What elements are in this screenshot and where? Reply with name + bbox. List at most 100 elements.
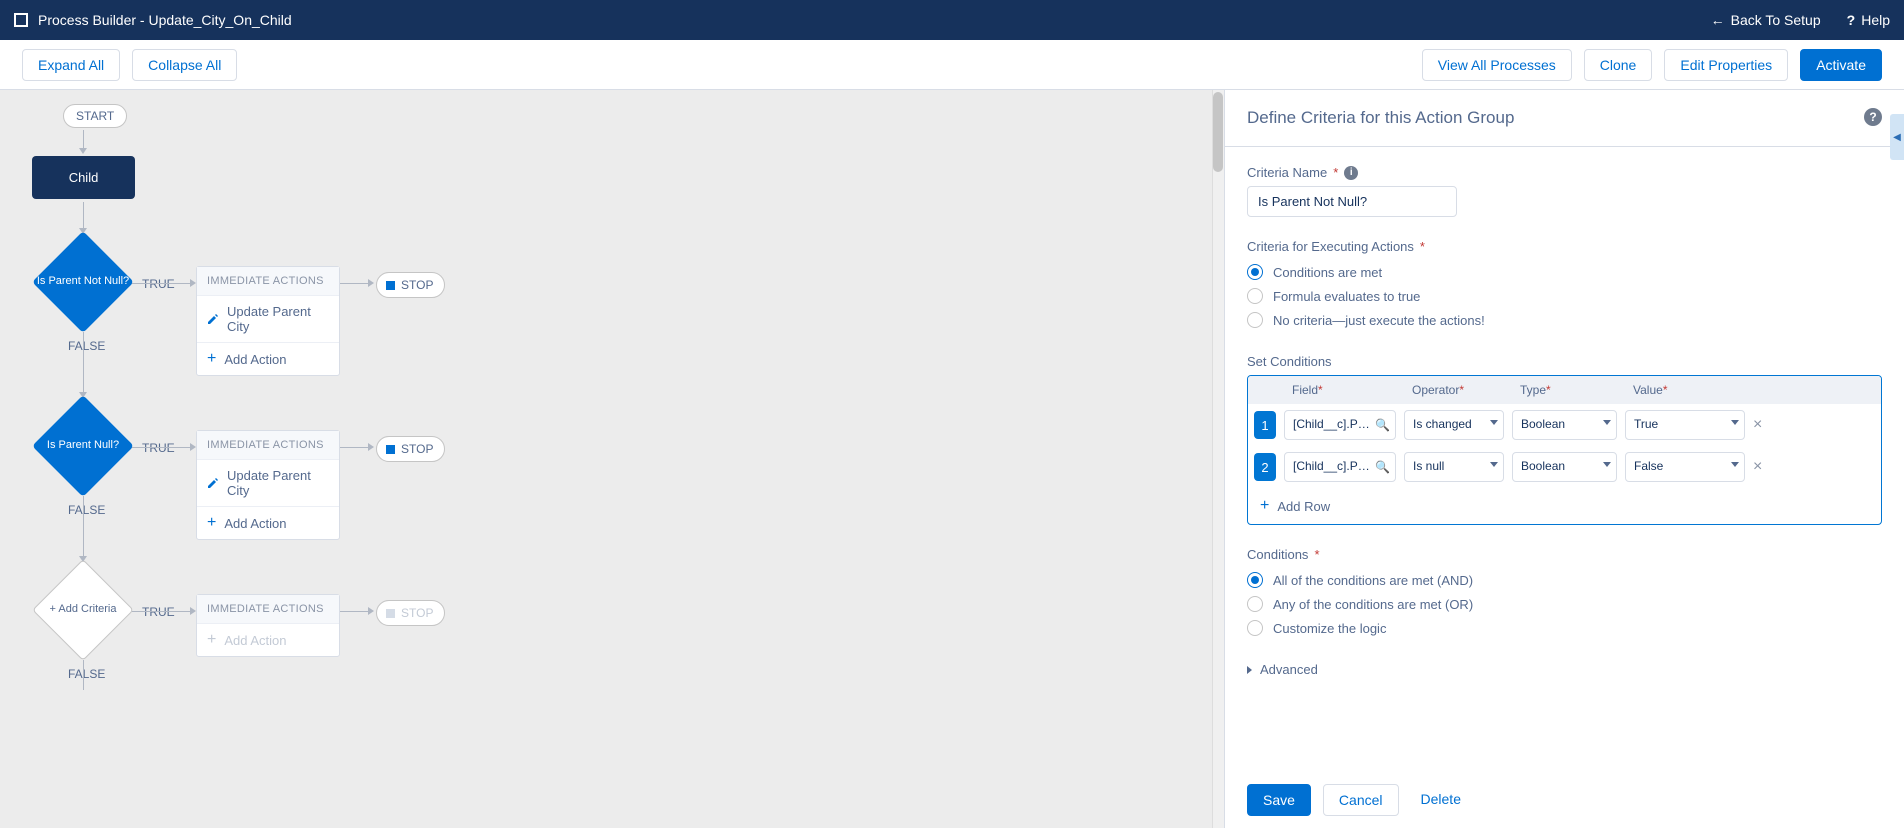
radio-label: Any of the conditions are met (OR) (1273, 597, 1473, 612)
delete-row-button[interactable]: × (1753, 458, 1762, 476)
save-button[interactable]: Save (1247, 784, 1311, 816)
panel-collapse-button[interactable]: ◀ (1890, 114, 1904, 160)
conditions-header-row: Field* Operator* Type* Value* (1248, 376, 1881, 404)
exec-actions-label: Criteria for Executing Actions* (1247, 239, 1882, 254)
connector (83, 496, 84, 556)
panel-header: Define Criteria for this Action Group ? (1225, 90, 1904, 147)
add-action-button[interactable]: + Add Action (197, 343, 339, 375)
value-select[interactable]: False (1625, 452, 1745, 482)
exec-opt-conditions[interactable]: Conditions are met (1247, 260, 1882, 284)
caret-down-icon (1731, 420, 1739, 425)
caret-down-icon (1603, 420, 1611, 425)
caret-down-icon (1490, 420, 1498, 425)
radio-icon (1247, 312, 1263, 328)
delete-button[interactable]: Delete (1411, 784, 1471, 816)
condition-row-1: 1 [Child__c].Par...🔍 Is changed Boolean … (1248, 404, 1881, 446)
app-title: Process Builder - Update_City_On_Child (38, 12, 292, 28)
plus-icon: + (207, 515, 216, 531)
panel-footer: Save Cancel Delete (1225, 772, 1904, 828)
help-link[interactable]: Help (1847, 12, 1890, 28)
pencil-icon (207, 477, 219, 489)
panel-title: Define Criteria for this Action Group (1247, 108, 1514, 127)
operator-select[interactable]: Is changed (1404, 410, 1504, 440)
advanced-label: Advanced (1260, 662, 1318, 677)
action-label: Update Parent City (227, 304, 329, 334)
operator-select[interactable]: Is null (1404, 452, 1504, 482)
radio-label: All of the conditions are met (AND) (1273, 573, 1473, 588)
connector (83, 332, 84, 392)
connector (132, 447, 190, 448)
stop-icon (386, 609, 395, 618)
true-label: TRUE (142, 605, 175, 619)
criteria-node-1[interactable]: Is Parent Not Null? (33, 232, 133, 332)
exec-opt-formula[interactable]: Formula evaluates to true (1247, 284, 1882, 308)
criteria-name-input[interactable] (1247, 186, 1457, 217)
type-select[interactable]: Boolean (1512, 410, 1617, 440)
action-item[interactable]: Update Parent City (197, 296, 339, 343)
info-icon[interactable]: i (1344, 166, 1358, 180)
exec-opt-none[interactable]: No criteria—just execute the actions! (1247, 308, 1882, 332)
stop-label: STOP (401, 606, 433, 620)
panel-body: Criteria Name* i Criteria for Executing … (1225, 147, 1904, 765)
type-select[interactable]: Boolean (1512, 452, 1617, 482)
caret-down-icon (1731, 462, 1739, 467)
cancel-button[interactable]: Cancel (1323, 784, 1399, 816)
add-action-button[interactable]: + Add Action (197, 507, 339, 539)
help-label: Help (1861, 12, 1890, 28)
stop-label: STOP (401, 442, 433, 456)
scrollbar-thumb[interactable] (1213, 92, 1223, 172)
connector (83, 130, 84, 148)
add-row-button[interactable]: + Add Row (1248, 488, 1881, 524)
connector (83, 202, 84, 228)
start-node: START (63, 104, 127, 128)
action-label: Update Parent City (227, 468, 329, 498)
clone-button[interactable]: Clone (1584, 49, 1653, 81)
connector (340, 283, 368, 284)
actions-header: IMMEDIATE ACTIONS (197, 431, 339, 460)
stop-node[interactable]: STOP (376, 272, 445, 298)
arrow-right-icon (368, 279, 374, 287)
edit-properties-button[interactable]: Edit Properties (1664, 49, 1788, 81)
cond-opt-and[interactable]: All of the conditions are met (AND) (1247, 568, 1882, 592)
activate-button[interactable]: Activate (1800, 49, 1882, 81)
expand-all-button[interactable]: Expand All (22, 49, 120, 81)
immediate-actions-2: IMMEDIATE ACTIONS Update Parent City + A… (196, 430, 340, 540)
canvas-area[interactable]: START Child Is Parent Not Null? TRUE IMM… (0, 90, 1224, 828)
false-label: FALSE (68, 503, 105, 517)
help-icon (1847, 12, 1856, 28)
criteria-node-2[interactable]: Is Parent Null? (33, 396, 133, 496)
canvas-scrollbar[interactable] (1212, 90, 1224, 828)
cond-opt-custom[interactable]: Customize the logic (1247, 616, 1882, 640)
false-label: FALSE (68, 339, 105, 353)
actions-header: IMMEDIATE ACTIONS (197, 595, 339, 624)
true-label: TRUE (142, 277, 175, 291)
radio-label: Customize the logic (1273, 621, 1386, 636)
value-select[interactable]: True (1625, 410, 1745, 440)
add-criteria-label: + Add Criteria (25, 560, 141, 660)
back-to-setup-link[interactable]: Back To Setup (1711, 12, 1821, 28)
action-item[interactable]: Update Parent City (197, 460, 339, 507)
plus-icon: + (207, 351, 216, 367)
arrow-right-icon (368, 443, 374, 451)
caret-down-icon (1603, 462, 1611, 467)
panel-help-icon[interactable]: ? (1864, 108, 1882, 126)
row-number: 2 (1254, 453, 1276, 481)
connector (132, 611, 190, 612)
add-criteria-node[interactable]: + Add Criteria (33, 560, 133, 660)
object-node[interactable]: Child (32, 156, 135, 199)
immediate-actions-1: IMMEDIATE ACTIONS Update Parent City + A… (196, 266, 340, 376)
cond-opt-or[interactable]: Any of the conditions are met (OR) (1247, 592, 1882, 616)
criteria-label: Is Parent Not Null? (25, 232, 141, 332)
collapse-all-button[interactable]: Collapse All (132, 49, 237, 81)
stop-node[interactable]: STOP (376, 436, 445, 462)
chevron-right-icon (1247, 666, 1252, 674)
radio-icon (1247, 288, 1263, 304)
stop-node-disabled: STOP (376, 600, 445, 626)
advanced-toggle[interactable]: Advanced (1247, 662, 1882, 677)
row-number: 1 (1254, 411, 1276, 439)
radio-icon (1247, 572, 1263, 588)
connector (132, 283, 190, 284)
radio-label: Formula evaluates to true (1273, 289, 1420, 304)
delete-row-button[interactable]: × (1753, 416, 1762, 434)
view-all-processes-button[interactable]: View All Processes (1422, 49, 1572, 81)
